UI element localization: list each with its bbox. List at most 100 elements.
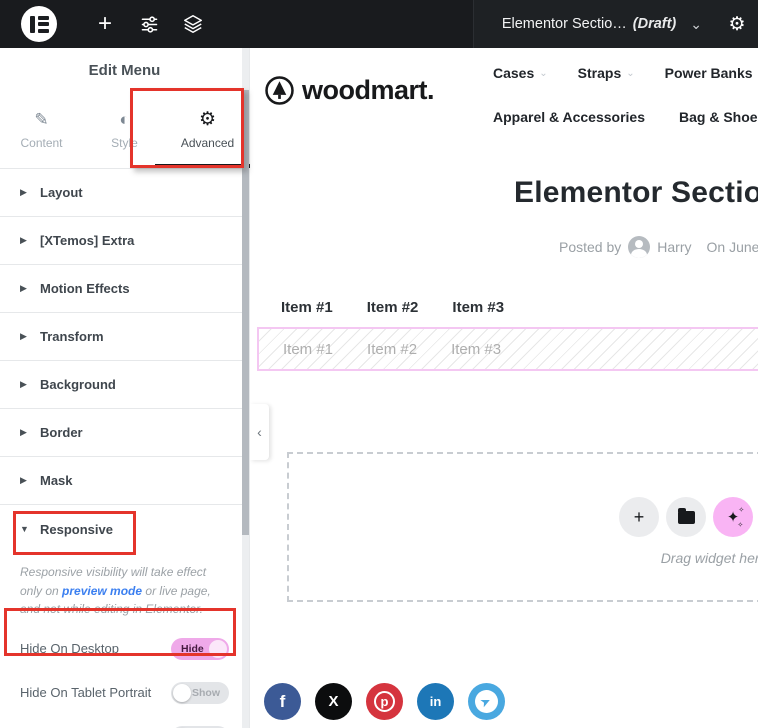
facebook-icon: f — [280, 692, 286, 712]
sparkles-icon: ✦✧✧ — [727, 510, 740, 525]
nav-item-power-banks[interactable]: Power Banks — [665, 65, 753, 81]
top-bar: + — [0, 0, 758, 48]
structure-button[interactable] — [171, 0, 215, 48]
telegram-share-button[interactable]: ➤ — [468, 683, 505, 720]
drop-area-buttons: + ✦✧✧ — [619, 497, 758, 537]
facebook-share-button[interactable]: f — [264, 683, 301, 720]
active-tab-indicator — [155, 164, 250, 168]
add-widget-button[interactable]: + — [619, 497, 659, 537]
toggle-row-hide-desktop: Hide On Desktop Hide — [0, 629, 249, 669]
tab-advanced[interactable]: ⚙ Advanced — [166, 92, 249, 168]
ai-builder-button[interactable]: ✦✧✧ — [713, 497, 753, 537]
section-responsive[interactable]: ▼ Responsive — [0, 505, 249, 553]
x-icon: X — [328, 693, 338, 710]
elementor-editor: + — [0, 0, 758, 728]
document-title: Elementor Sectio… — [502, 16, 627, 32]
post-byline: Posted by Harry On June 7, 20 — [559, 236, 758, 258]
hidden-tabs-widget: Item #1 Item #2 Item #3 — [283, 341, 501, 358]
site-settings-button[interactable] — [127, 0, 171, 48]
toggle-knob — [173, 684, 191, 702]
caret-right-icon: ▶ — [20, 331, 30, 342]
hidden-tab-item-2: Item #2 — [367, 341, 417, 358]
widget-drop-area[interactable]: + ✦✧✧ Drag widget here — [287, 452, 758, 602]
nav-item-bag-shoes[interactable]: Bag & Shoes — [679, 109, 758, 125]
caret-right-icon: ▶ — [20, 235, 30, 246]
sliders-icon — [139, 14, 160, 35]
responsive-note: Responsive visibility will take effect o… — [0, 553, 249, 619]
toggle-row-hide-mobile: Hide On Mobile Portrait Show — [0, 717, 249, 728]
section-xtemos-extra[interactable]: ▶ [XTemos] Extra — [0, 217, 249, 265]
plus-icon: + — [634, 507, 645, 528]
telegram-icon: ➤ — [471, 686, 502, 717]
preview-mode-link[interactable]: preview mode — [62, 584, 142, 598]
preview-canvas: woodmart. Cases ⌄ Straps ⌄ Power Banks A… — [250, 48, 758, 728]
section-motion-effects[interactable]: ▶ Motion Effects — [0, 265, 249, 313]
linkedin-share-button[interactable]: in — [417, 683, 454, 720]
panel-scrollbar-thumb[interactable] — [242, 90, 249, 535]
hidden-on-desktop-element[interactable]: Item #1 Item #2 Item #3 — [257, 327, 758, 371]
chevron-down-icon: ⌄ — [539, 68, 547, 79]
hidden-tab-item-3: Item #3 — [451, 341, 501, 358]
tab-style[interactable]: ◐ Style — [83, 92, 166, 168]
pencil-icon: ✎ — [34, 110, 48, 130]
author-avatar — [628, 236, 650, 258]
nav-item-cases[interactable]: Cases ⌄ — [493, 65, 548, 81]
nav-item-apparel-accessories[interactable]: Apparel & Accessories — [493, 109, 645, 125]
chevron-left-icon: ‹ — [257, 424, 262, 440]
tab-content[interactable]: ✎ Content — [0, 92, 83, 168]
tabs-widget: Item #1 Item #2 Item #3 — [281, 299, 504, 316]
add-element-button[interactable]: + — [83, 0, 127, 48]
section-transform[interactable]: ▶ Transform — [0, 313, 249, 361]
social-share-row: f X p in ➤ — [264, 683, 505, 720]
plus-icon: + — [98, 10, 112, 38]
gear-icon: ⚙ — [199, 110, 216, 130]
chevron-down-icon[interactable]: ⌄ — [690, 16, 702, 33]
pinterest-icon: p — [374, 691, 395, 712]
contrast-icon: ◐ — [119, 110, 129, 130]
section-layout[interactable]: ▶ Layout — [0, 169, 249, 217]
panel-collapse-handle[interactable]: ‹ — [250, 404, 269, 460]
toggle-knob — [209, 640, 227, 658]
site-logo-text: woodmart. — [302, 75, 434, 106]
hide-on-desktop-toggle[interactable]: Hide — [171, 638, 229, 660]
caret-right-icon: ▶ — [20, 379, 30, 390]
site-logo[interactable]: woodmart. — [264, 75, 434, 106]
caret-right-icon: ▶ — [20, 475, 30, 486]
gear-icon[interactable]: ⚙ — [722, 13, 752, 36]
template-library-button[interactable] — [666, 497, 706, 537]
panel-title: Edit Menu — [0, 48, 249, 92]
panel-tabs: ✎ Content ◐ Style ⚙ Advanced — [0, 92, 249, 169]
woodmart-tree-icon — [264, 75, 295, 106]
section-background[interactable]: ▶ Background — [0, 361, 249, 409]
document-title-area[interactable]: Elementor Sectio… (Draft) ⌄ ⚙ — [473, 0, 758, 48]
pinterest-share-button[interactable]: p — [366, 683, 403, 720]
folder-icon — [678, 511, 695, 524]
layers-icon — [182, 13, 204, 35]
x-share-button[interactable]: X — [315, 683, 352, 720]
hidden-tab-item-1: Item #1 — [283, 341, 333, 358]
linkedin-icon: in — [430, 694, 442, 709]
section-mask[interactable]: ▶ Mask — [0, 457, 249, 505]
author-name[interactable]: Harry — [657, 239, 691, 255]
tab-item-1[interactable]: Item #1 — [281, 299, 333, 316]
hide-on-tablet-toggle[interactable]: Show — [171, 682, 229, 704]
elementor-logo-button[interactable] — [21, 6, 57, 42]
nav-row-2: Apparel & Accessories Bag & Shoes — [493, 102, 758, 132]
post-date: On June 7, 20 — [707, 239, 758, 255]
top-bar-left: + — [0, 0, 215, 48]
tab-item-2[interactable]: Item #2 — [367, 299, 419, 316]
caret-right-icon: ▶ — [20, 187, 30, 198]
elementor-logo-icon — [30, 16, 49, 33]
caret-right-icon: ▶ — [20, 283, 30, 294]
nav-item-straps[interactable]: Straps ⌄ — [578, 65, 635, 81]
section-border[interactable]: ▶ Border — [0, 409, 249, 457]
caret-down-icon: ▼ — [20, 524, 30, 534]
tab-item-3[interactable]: Item #3 — [452, 299, 504, 316]
drag-widget-hint: Drag widget here — [609, 550, 758, 566]
document-status: (Draft) — [633, 16, 677, 32]
nav-row-1: Cases ⌄ Straps ⌄ Power Banks — [493, 58, 758, 88]
chevron-down-icon: ⌄ — [626, 68, 634, 79]
page-title: Elementor Sectio — [514, 176, 758, 210]
toggle-row-hide-tablet: Hide On Tablet Portrait Show — [0, 673, 249, 713]
edit-panel: Edit Menu ✎ Content ◐ Style ⚙ Advanced ▶… — [0, 48, 250, 728]
